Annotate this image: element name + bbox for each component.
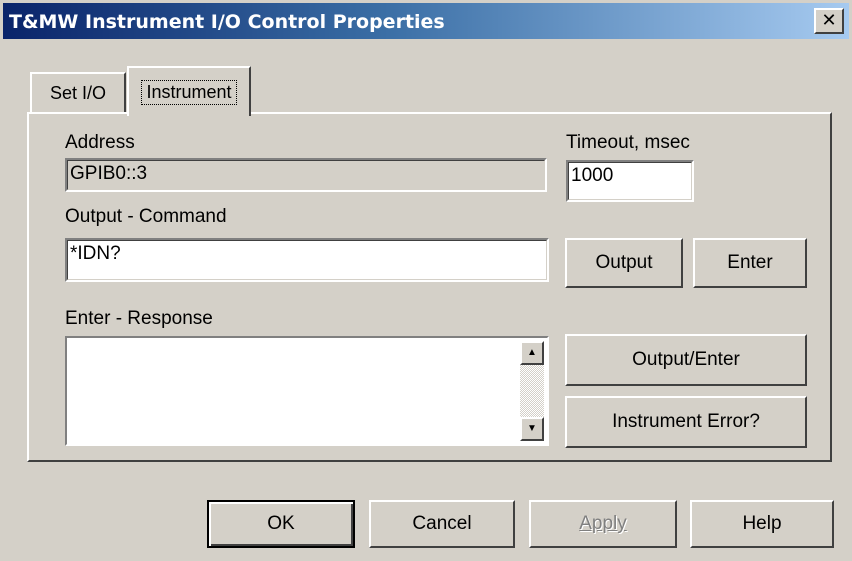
output-command-value: *IDN? xyxy=(70,243,121,264)
scroll-down-icon: ▼ xyxy=(527,423,537,434)
timeout-value: 1000 xyxy=(571,165,614,186)
cancel-button-label: Cancel xyxy=(412,513,472,534)
address-field: GPIB0::3 xyxy=(65,158,547,192)
tab-set-io[interactable]: Set I/O xyxy=(30,72,126,112)
enter-response-textarea[interactable]: ▲ ▼ xyxy=(65,336,549,446)
ok-button-label: OK xyxy=(267,513,295,534)
close-icon: ✕ xyxy=(821,10,837,31)
response-scrollbar[interactable]: ▲ ▼ xyxy=(520,341,544,441)
window-title: T&MW Instrument I/O Control Properties xyxy=(9,11,445,33)
output-button[interactable]: Output xyxy=(565,238,683,288)
scroll-up-icon: ▲ xyxy=(527,347,537,358)
cancel-button[interactable]: Cancel xyxy=(369,500,515,548)
instrument-tab-panel: Address GPIB0::3 Timeout, msec 1000 Outp… xyxy=(27,112,832,462)
output-enter-button[interactable]: Output/Enter xyxy=(565,334,807,386)
tab-instrument-label: Instrument xyxy=(141,79,237,105)
apply-button[interactable]: Apply xyxy=(529,500,677,548)
title-bar: T&MW Instrument I/O Control Properties ✕ xyxy=(0,0,852,42)
address-value: GPIB0::3 xyxy=(70,163,148,184)
enter-button[interactable]: Enter xyxy=(693,238,807,288)
timeout-input[interactable]: 1000 xyxy=(566,160,694,202)
address-label: Address xyxy=(65,132,135,153)
ok-button[interactable]: OK xyxy=(207,500,355,548)
instrument-error-button[interactable]: Instrument Error? xyxy=(565,396,807,448)
tab-set-io-label: Set I/O xyxy=(49,82,107,103)
output-command-label: Output - Command xyxy=(65,206,227,227)
close-button[interactable]: ✕ xyxy=(814,8,844,34)
instrument-error-button-label: Instrument Error? xyxy=(612,411,760,432)
tab-instrument[interactable]: Instrument xyxy=(127,66,251,116)
output-enter-button-label: Output/Enter xyxy=(632,349,740,370)
help-button[interactable]: Help xyxy=(690,500,834,548)
scroll-down-button[interactable]: ▼ xyxy=(520,417,544,441)
enter-response-label: Enter - Response xyxy=(65,308,213,329)
timeout-label: Timeout, msec xyxy=(566,132,690,153)
output-button-label: Output xyxy=(595,252,653,273)
scroll-up-button[interactable]: ▲ xyxy=(520,341,544,365)
enter-response-value xyxy=(67,338,547,340)
output-command-input[interactable]: *IDN? xyxy=(65,238,549,282)
apply-button-label: Apply xyxy=(579,513,627,534)
title-bar-background: T&MW Instrument I/O Control Properties xyxy=(3,3,849,39)
enter-button-label: Enter xyxy=(727,252,773,273)
help-button-label: Help xyxy=(742,513,782,534)
